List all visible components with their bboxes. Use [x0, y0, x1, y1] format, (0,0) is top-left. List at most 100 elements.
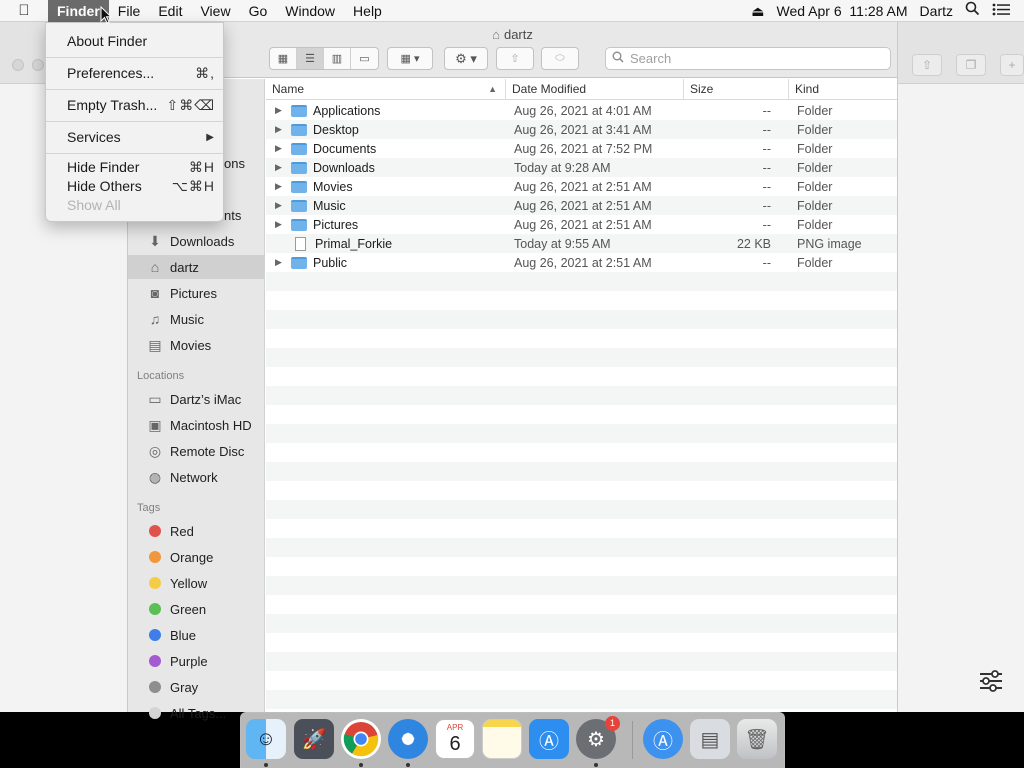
disclosure-triangle-icon[interactable]: ▶ [275, 124, 289, 135]
gallery-view-icon[interactable]: ▭ [351, 48, 378, 69]
system-preferences-icon[interactable]: ⚙ 1 [576, 716, 620, 759]
icon-view-icon[interactable]: ▦ [270, 48, 297, 69]
menu-preferences[interactable]: Preferences... ⌘, [46, 64, 223, 83]
sidebar-tag-green[interactable]: Green [128, 597, 264, 621]
apple-menu-icon[interactable]:  [0, 0, 48, 22]
group-by-button[interactable]: ▦ ▾ [387, 47, 433, 70]
table-row[interactable]: ▶ Downloads Today at 9:28 AM -- Folder [266, 158, 897, 177]
spotlight-search-icon[interactable] [959, 0, 986, 22]
menu-edit[interactable]: Edit [149, 0, 191, 22]
sort-ascending-icon: ▲ [488, 83, 497, 94]
bg-add-tab-icon[interactable]: + [1000, 54, 1024, 76]
table-row[interactable]: ▶ Music Aug 26, 2021 at 2:51 AM -- Folder [266, 196, 897, 215]
trash-icon[interactable]: 🗑 [737, 719, 777, 759]
window-title: ⌂ dartz [492, 27, 533, 42]
tag-button[interactable]: ⬭ [541, 47, 579, 70]
action-gear-button[interactable]: ⚙ ▾ [444, 47, 488, 70]
menu-about-finder[interactable]: About Finder [46, 32, 223, 51]
column-header-date[interactable]: Date Modified [506, 78, 684, 100]
file-name: Desktop [313, 122, 359, 137]
file-name: Primal_Forkie [315, 236, 393, 251]
table-row[interactable]: ▶ Pictures Aug 26, 2021 at 2:51 AM -- Folder [266, 215, 897, 234]
menu-window[interactable]: Window [276, 0, 344, 22]
sidebar-tag-orange[interactable]: Orange [128, 545, 264, 569]
bg-close-button[interactable] [12, 59, 24, 71]
app-store-folder-icon[interactable]: Ⓐ [643, 719, 683, 759]
sidebar-tag-purple[interactable]: Purple [128, 649, 264, 673]
disclosure-triangle-icon[interactable]: ▶ [275, 143, 289, 154]
file-name-cell: ▶ Movies [266, 180, 506, 194]
sidebar-heading-locations: Locations [137, 370, 185, 382]
sidebar-item-downloads[interactable]: ⬇ Downloads [128, 229, 264, 253]
finder-toolbar: ⌂ dartz ▦ ☰ ▥ ▭ ▦ ▾ ⚙ ▾ ⇧ ⬭ Search [128, 22, 897, 78]
sidebar-item-dartz[interactable]: ⌂ dartz [128, 255, 264, 279]
kind-cell: Folder [797, 141, 833, 156]
bg-minimize-button[interactable] [32, 59, 44, 71]
disclosure-triangle-icon[interactable]: ▶ [275, 257, 289, 268]
menu-view[interactable]: View [191, 0, 239, 22]
chrome-icon[interactable] [341, 719, 381, 759]
all-tags-icon [149, 707, 161, 719]
disclosure-triangle-icon[interactable]: ▶ [275, 219, 289, 230]
sidebar-tag-red[interactable]: Red [128, 519, 264, 543]
table-row[interactable]: ▶ Movies Aug 26, 2021 at 2:51 AM -- Folder [266, 177, 897, 196]
computer-icon: ▭ [148, 390, 162, 407]
sidebar-tag-blue[interactable]: Blue [128, 623, 264, 647]
view-mode-selector: ▦ ☰ ▥ ▭ [269, 47, 379, 70]
sidebar-tag-gray[interactable]: Gray [128, 675, 264, 699]
column-header-name[interactable]: Name ▲ [266, 78, 506, 100]
notification-center-icon[interactable] [986, 0, 1024, 22]
menu-empty-trash[interactable]: Empty Trash... ⇧⌘⌫ [46, 96, 223, 115]
menu-hide-others[interactable]: Hide Others ⌥⌘H [46, 177, 223, 196]
preview-icon[interactable]: ▤ [690, 719, 730, 759]
menu-go[interactable]: Go [240, 0, 277, 22]
folder-icon [291, 123, 307, 136]
disclosure-triangle-icon[interactable]: ▶ [275, 181, 289, 192]
green-tag-dot-icon [149, 603, 161, 615]
sidebar-item-movies[interactable]: ▤ Movies [128, 333, 264, 357]
table-row[interactable]: ▶ Public Aug 26, 2021 at 2:51 AM -- Folder [266, 253, 897, 272]
sidebar-tag-yellow[interactable]: Yellow [128, 571, 264, 595]
sidebar-item-imac[interactable]: ▭ Dartz’s iMac [128, 387, 264, 411]
calendar-icon[interactable]: APR 6 [435, 719, 475, 759]
column-header-size[interactable]: Size [684, 78, 789, 100]
eject-icon[interactable]: ⏏ [745, 0, 770, 22]
menu-file[interactable]: File [109, 0, 150, 22]
table-row[interactable]: Primal_Forkie Today at 9:55 AM 22 KB PNG im… [266, 234, 897, 253]
sidebar-item-pictures[interactable]: ◙ Pictures [128, 281, 264, 305]
disclosure-triangle-icon[interactable]: ▶ [275, 162, 289, 173]
menu-separator [46, 121, 223, 122]
menu-hide-finder[interactable]: Hide Finder ⌘H [46, 158, 223, 177]
sidebar-item-macintosh-hd[interactable]: ▣ Macintosh HD [128, 413, 264, 437]
user-menu[interactable]: Dartz [914, 0, 959, 22]
launchpad-icon[interactable]: 🚀 [294, 719, 334, 759]
file-list: Name ▲ Date Modified Size Kind ▶ Applicati… [266, 78, 897, 712]
folder-icon [291, 199, 307, 212]
sidebar-item-network[interactable]: ◍ Network [128, 465, 264, 489]
size-cell: -- [762, 141, 771, 156]
menu-services[interactable]: Services ▶ [46, 128, 223, 147]
disclosure-triangle-icon[interactable]: ▶ [275, 200, 289, 211]
table-row[interactable]: ▶ Documents Aug 26, 2021 at 7:52 PM -- Folde… [266, 139, 897, 158]
running-indicator [406, 763, 410, 767]
clock[interactable]: Wed Apr 6 11:28 AM [771, 0, 914, 22]
share-button[interactable]: ⇧ [496, 47, 534, 70]
notes-icon[interactable] [482, 719, 522, 759]
column-header-kind[interactable]: Kind [789, 79, 897, 100]
search-field[interactable]: Search [605, 47, 891, 70]
sidebar-item-music[interactable]: ♫ Music [128, 307, 264, 331]
app-store-icon[interactable]: Ⓐ [529, 719, 569, 759]
finder-icon[interactable]: ☺ [246, 719, 286, 759]
disclosure-triangle-icon[interactable]: ▶ [275, 105, 289, 116]
table-row[interactable]: ▶ Desktop Aug 26, 2021 at 3:41 AM -- Folder [266, 120, 897, 139]
sidebar-item-remote-disc[interactable]: ◎ Remote Disc [128, 439, 264, 463]
sliders-icon[interactable] [978, 670, 1004, 692]
table-row[interactable]: ▶ Applications Aug 26, 2021 at 4:01 AM -- Fo… [266, 101, 897, 120]
bg-tabs-icon[interactable]: ❐ [956, 54, 986, 76]
menu-help[interactable]: Help [344, 0, 391, 22]
bg-share-icon[interactable]: ⇧ [912, 54, 942, 76]
tag-icon: ⬭ [555, 52, 565, 64]
column-view-icon[interactable]: ▥ [324, 48, 351, 69]
safari-icon[interactable]: ✦ [388, 719, 428, 759]
list-view-icon[interactable]: ☰ [297, 48, 324, 69]
